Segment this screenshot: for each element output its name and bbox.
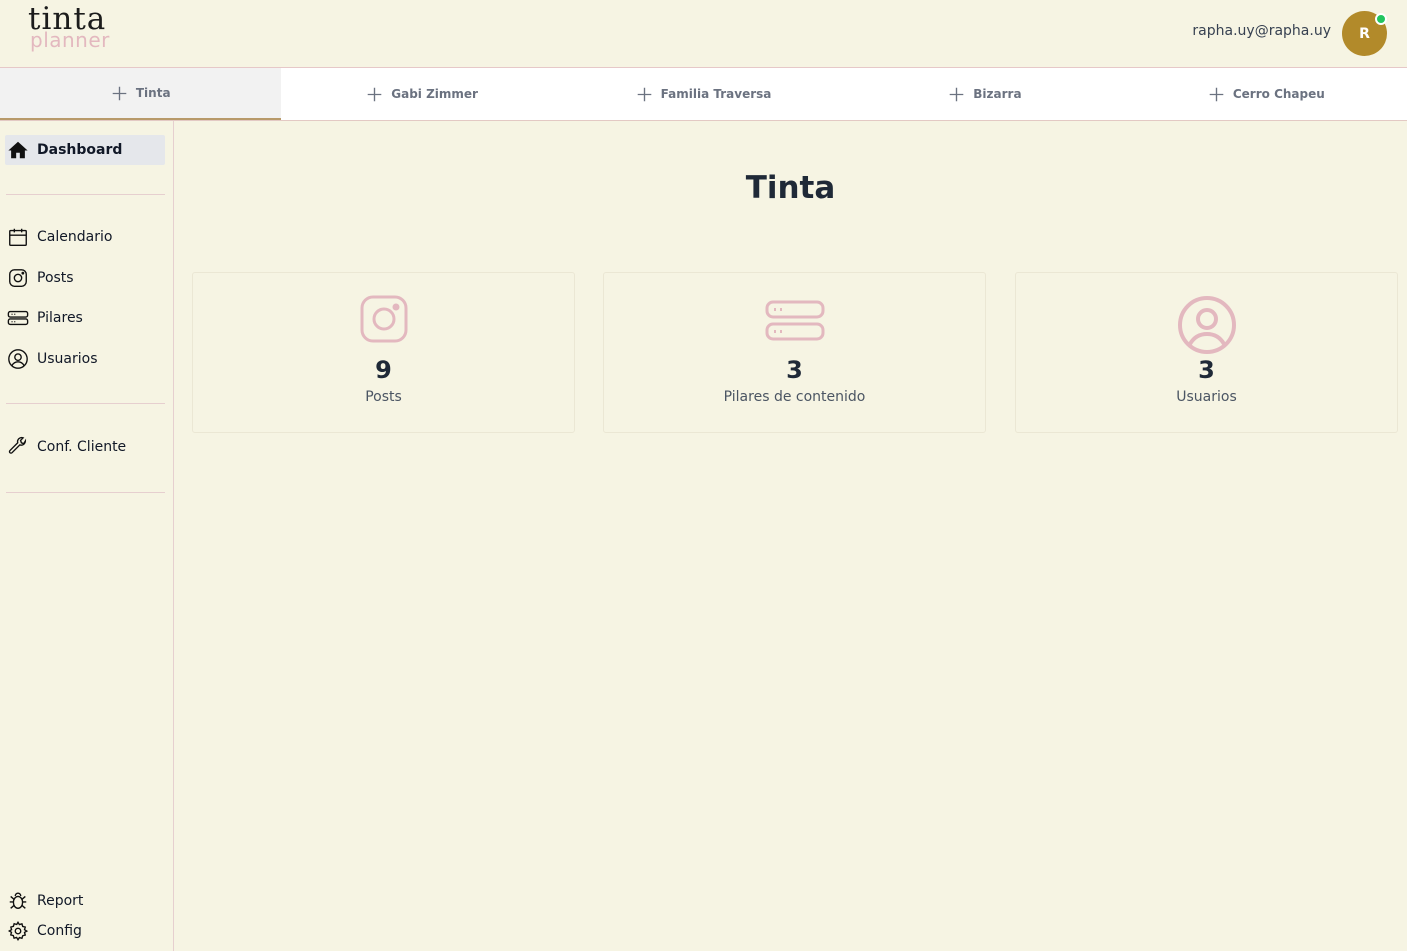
home-icon xyxy=(8,141,28,159)
client-tabs: Tinta Gabi Zimmer Familia Traversa Bizar… xyxy=(0,68,1407,121)
avatar-initial: R xyxy=(1359,25,1370,42)
sidebar-item-label: Conf. Cliente xyxy=(37,439,127,455)
sidebar-item-config[interactable]: Config xyxy=(5,916,165,946)
sidebar-item-label: Posts xyxy=(37,270,74,286)
sidebar-divider xyxy=(6,492,165,493)
sidebar: Dashboard Calendario Posts Pilares Usuar… xyxy=(0,121,174,951)
instagram-icon xyxy=(9,269,27,287)
tab-label: Tinta xyxy=(135,86,171,100)
server-icon xyxy=(7,310,29,326)
stat-card-usuarios[interactable]: 3 Usuarios xyxy=(1015,272,1398,433)
sidebar-item-report[interactable]: Report xyxy=(5,886,165,916)
stat-value: 3 xyxy=(1198,356,1215,384)
stat-label: Pilares de contenido xyxy=(723,389,866,405)
tab-label: Cerro Chapeu xyxy=(1232,87,1325,101)
sidebar-item-label: Dashboard xyxy=(37,142,123,158)
user-circle-icon xyxy=(8,349,28,369)
page-title: Tinta xyxy=(745,170,836,206)
online-status-indicator xyxy=(1375,13,1387,25)
sidebar-item-label: Report xyxy=(37,893,84,909)
app-header: tinta planner rapha.uy@rapha.uy R xyxy=(0,0,1407,68)
calendar-icon xyxy=(9,228,27,246)
tab-label: Familia Traversa xyxy=(660,87,772,101)
logo-subtitle: planner xyxy=(30,28,110,52)
stat-label: Usuarios xyxy=(1176,389,1237,405)
plus-icon xyxy=(949,87,964,101)
plus-icon xyxy=(1209,87,1224,101)
sidebar-item-conf-cliente[interactable]: Conf. Cliente xyxy=(5,432,165,462)
tab-bizarra[interactable]: Bizarra xyxy=(844,68,1125,120)
user-email: rapha.uy@rapha.uy xyxy=(1192,23,1331,39)
wrench-icon xyxy=(8,436,27,454)
sidebar-item-label: Pilares xyxy=(37,310,83,326)
stat-value: 3 xyxy=(786,356,803,384)
sidebar-item-pilares[interactable]: Pilares xyxy=(5,303,165,333)
plus-icon xyxy=(637,87,651,101)
app-logo[interactable]: tinta planner xyxy=(28,4,110,52)
sidebar-item-calendario[interactable]: Calendario xyxy=(5,222,165,252)
plus-icon xyxy=(367,87,382,101)
sidebar-divider xyxy=(6,194,165,195)
stat-card-posts[interactable]: 9 Posts xyxy=(192,272,575,433)
plus-icon xyxy=(112,86,127,100)
gear-icon xyxy=(7,920,29,942)
stat-value: 9 xyxy=(375,356,392,384)
bug-icon xyxy=(9,892,27,910)
sidebar-item-dashboard[interactable]: Dashboard xyxy=(5,135,165,165)
stat-card-pilares[interactable]: 3 Pilares de contenido xyxy=(603,272,986,433)
sidebar-item-label: Config xyxy=(37,923,82,939)
sidebar-item-label: Usuarios xyxy=(37,351,98,367)
tab-tinta[interactable]: Tinta xyxy=(0,68,282,120)
tab-gabi-zimmer[interactable]: Gabi Zimmer xyxy=(281,68,562,120)
sidebar-item-usuarios[interactable]: Usuarios xyxy=(5,344,165,374)
user-circle-icon xyxy=(1177,296,1236,354)
sidebar-item-label: Calendario xyxy=(37,229,113,245)
server-icon xyxy=(765,300,824,341)
instagram-icon xyxy=(360,295,407,343)
tab-familia-traversa[interactable]: Familia Traversa xyxy=(563,68,844,120)
stat-label: Posts xyxy=(365,389,402,405)
tab-label: Gabi Zimmer xyxy=(391,87,478,101)
sidebar-item-posts[interactable]: Posts xyxy=(5,263,165,293)
tab-label: Bizarra xyxy=(973,87,1022,101)
tab-cerro-chapeu[interactable]: Cerro Chapeu xyxy=(1126,68,1407,120)
sidebar-divider xyxy=(6,403,165,404)
